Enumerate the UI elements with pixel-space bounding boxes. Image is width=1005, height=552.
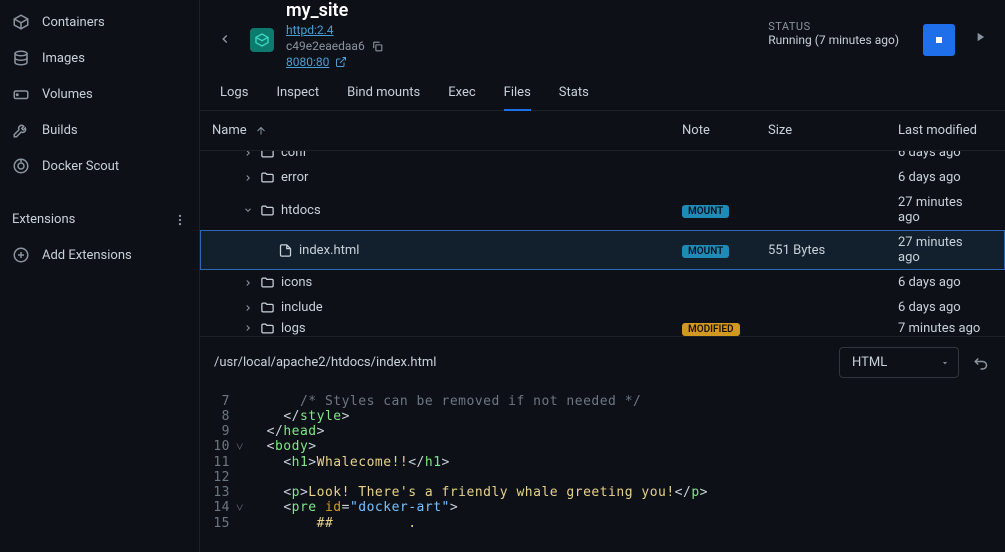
section-label: Extensions [12,212,75,227]
chevron-icon [242,173,254,183]
more-actions-button[interactable] [967,24,993,50]
table-row[interactable]: logs MODIFIED 7 minutes ago [200,320,1005,336]
table-row[interactable]: index.html MOUNT 551 Bytes27 minutes ago [200,230,1005,270]
code-editor[interactable]: 7 /* Styles can be removed if not needed… [200,388,1005,537]
column-modified[interactable]: Last modified [898,123,985,138]
file-size: 551 Bytes [768,243,898,258]
file-list: conf 6 days ago error 6 days ago htdocs MOUNT… [200,151,1005,336]
file-name: logs [281,321,306,336]
external-link-icon[interactable] [335,56,347,68]
tabs: Logs Inspect Bind mounts Exec Files Stat… [200,77,1005,111]
image-link[interactable]: httpd:2.4 [286,23,334,37]
file-modified: 7 minutes ago [898,321,985,336]
sidebar-item-volumes[interactable]: Volumes [0,76,199,112]
status-value: Running (7 minutes ago) [768,33,899,47]
chevron-icon [242,151,254,158]
tab-files[interactable]: Files [504,77,531,110]
status-block: STATUS Running (7 minutes ago) [768,20,899,47]
file-name: conf [281,151,307,160]
sidebar-label: Builds [42,123,78,138]
column-note[interactable]: Note [682,123,768,138]
file-modified: 27 minutes ago [898,235,985,265]
file-name: htdocs [281,203,321,218]
column-size[interactable]: Size [768,123,898,138]
radar-icon [12,157,30,175]
file-path: /usr/local/apache2/htdocs/index.html [214,355,436,370]
tab-exec[interactable]: Exec [448,77,475,110]
sidebar-item-add-extensions[interactable]: Add Extensions [0,237,199,273]
table-row[interactable]: htdocs MOUNT 27 minutes ago [200,190,1005,230]
file-modified: 6 days ago [898,151,985,160]
chevron-icon [242,278,254,288]
tab-stats[interactable]: Stats [559,77,589,110]
images-icon [12,49,30,67]
file-modified: 6 days ago [898,170,985,185]
folder-icon [260,321,275,336]
table-row[interactable]: conf 6 days ago [200,151,1005,165]
sidebar: Containers Images Volumes Builds Docker … [0,0,200,552]
kebab-menu-icon[interactable] [173,213,187,227]
table-row[interactable]: icons 6 days ago [200,270,1005,295]
chevron-icon [242,205,254,215]
table-row[interactable]: include 6 days ago [200,295,1005,320]
container-running-icon [250,28,274,52]
file-name: icons [281,275,312,290]
sidebar-section-extensions: Extensions [0,202,199,237]
back-button[interactable] [212,26,238,52]
mount-badge: MOUNT [682,245,729,258]
file-name: include [281,300,323,315]
port-link[interactable]: 8080:80 [286,55,329,69]
file-name: error [281,170,308,185]
folder-icon [260,300,275,315]
sidebar-label: Containers [42,15,105,30]
sidebar-item-containers[interactable]: Containers [0,4,199,40]
tab-inspect[interactable]: Inspect [276,77,319,110]
folder-icon [260,275,275,290]
file-modified: 6 days ago [898,275,985,290]
language-value: HTML [852,355,887,370]
sidebar-item-scout[interactable]: Docker Scout [0,148,199,184]
sidebar-item-images[interactable]: Images [0,40,199,76]
sidebar-label: Images [42,51,85,66]
header-info: my_site httpd:2.4 c49e2eaedaa6 8080:80 [286,0,756,69]
file-name: index.html [299,243,359,258]
language-select[interactable]: HTML [839,347,959,378]
chevron-down-icon [940,358,950,368]
table-row[interactable]: error 6 days ago [200,165,1005,190]
sidebar-label: Volumes [42,87,93,102]
undo-button[interactable] [973,354,991,372]
sidebar-label: Add Extensions [42,248,132,263]
file-icon [278,243,293,258]
tab-logs[interactable]: Logs [220,77,248,110]
container-header: my_site httpd:2.4 c49e2eaedaa6 8080:80 S… [200,0,1005,77]
wrench-icon [12,121,30,139]
sort-ascending-icon [255,125,267,137]
column-name[interactable]: Name [212,123,682,138]
container-icon [12,13,30,31]
stop-button[interactable] [923,24,955,56]
folder-icon [260,151,275,160]
sidebar-label: Docker Scout [42,159,119,174]
mount-badge: MOUNT [682,205,729,218]
file-modified: 6 days ago [898,300,985,315]
sidebar-item-builds[interactable]: Builds [0,112,199,148]
status-label: STATUS [768,20,899,33]
copy-icon[interactable] [371,40,384,53]
chevron-icon [242,303,254,313]
container-hash: c49e2eaedaa6 [286,39,365,53]
tab-bind-mounts[interactable]: Bind mounts [347,77,420,110]
volumes-icon [12,85,30,103]
modified-badge: MODIFIED [682,323,740,336]
container-title: my_site [286,0,756,21]
plus-circle-icon [12,246,30,264]
table-header: Name Note Size Last modified [200,111,1005,151]
main-content: my_site httpd:2.4 c49e2eaedaa6 8080:80 S… [200,0,1005,552]
editor-header: /usr/local/apache2/htdocs/index.html HTM… [200,336,1005,388]
file-modified: 27 minutes ago [898,195,985,225]
chevron-icon [242,323,254,333]
folder-icon [260,170,275,185]
folder-icon [260,203,275,218]
